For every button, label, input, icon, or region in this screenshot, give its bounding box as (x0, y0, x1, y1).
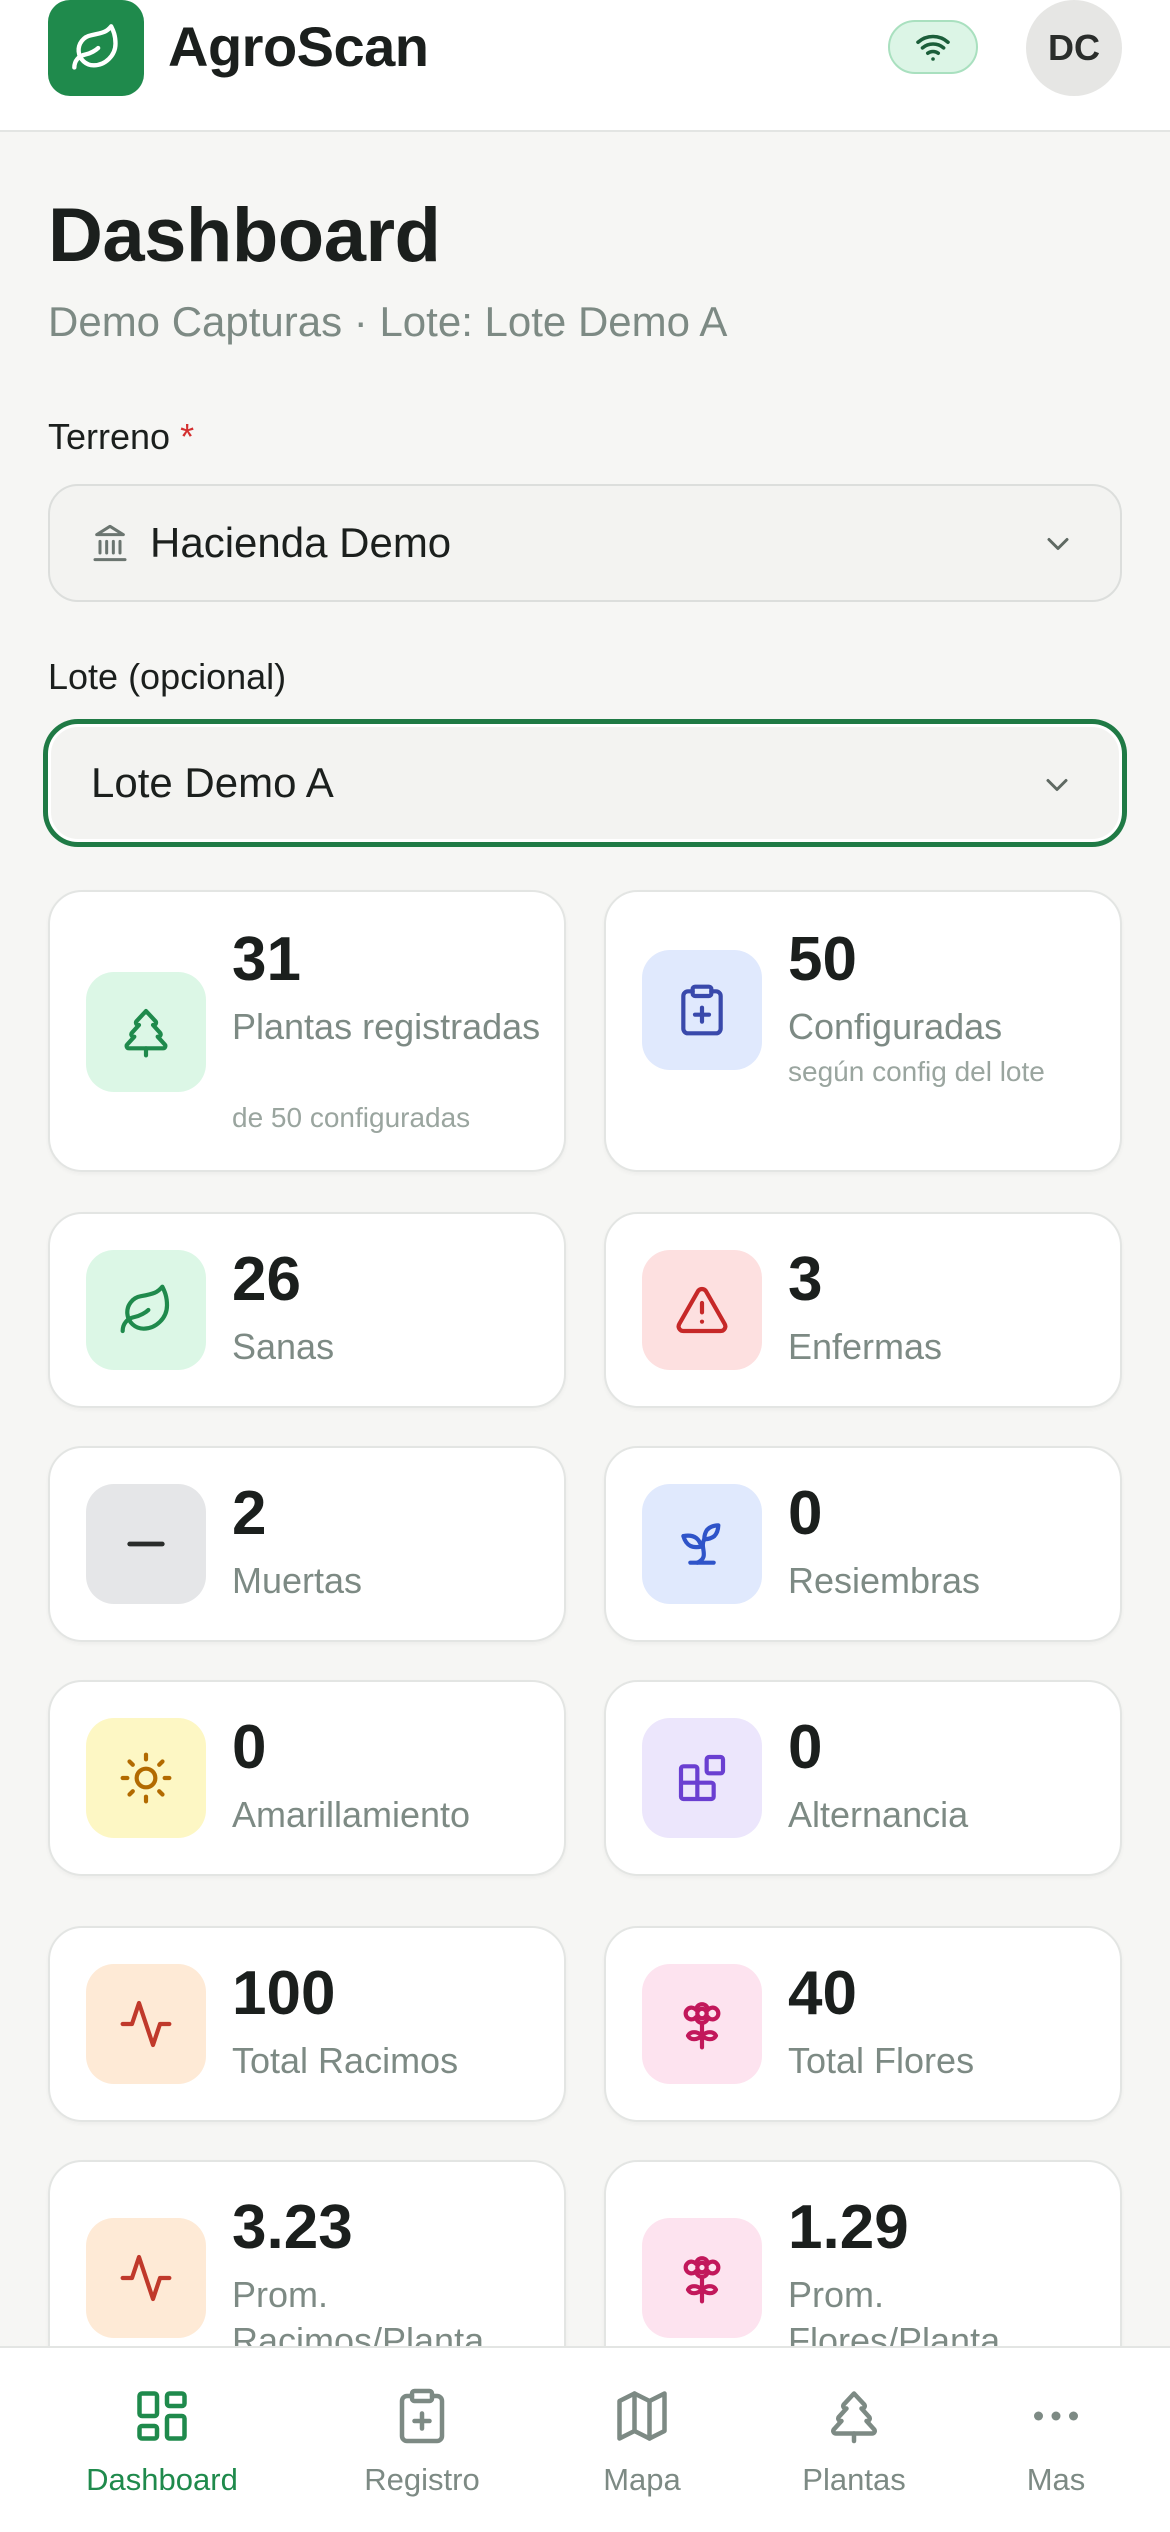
blocks-icon (642, 1718, 762, 1838)
app-logo[interactable] (48, 0, 144, 96)
stat-value: 50 (788, 925, 857, 994)
nav-item-plantas[interactable]: Plantas (764, 2384, 944, 2498)
stat-value: 0 (232, 1713, 267, 1782)
map-icon (617, 2391, 667, 2441)
minus-icon (86, 1484, 206, 1604)
sprout-icon (642, 1484, 762, 1604)
flower-icon (642, 2218, 762, 2338)
stat-label: Amarillamiento (232, 1794, 471, 1835)
leaf-icon (86, 1250, 206, 1370)
stat-label: Enfermas (788, 1326, 943, 1367)
terreno-select[interactable]: Hacienda Demo (48, 484, 1122, 602)
page-subtitle: Demo Capturas · Lote: Lote Demo A (48, 298, 728, 345)
lote-value: Lote Demo A (91, 759, 334, 806)
stat-value: 0 (788, 1713, 823, 1782)
stat-label: Muertas (232, 1560, 363, 1601)
stat-label: Plantas registradas (232, 1006, 541, 1047)
chevron-down-icon (1047, 538, 1069, 550)
activity-icon (86, 1964, 206, 2084)
stat-card-alternancia[interactable]: 0 Alternancia (604, 1680, 1122, 1876)
flower-icon (642, 1964, 762, 2084)
stat-card-total-flores[interactable]: 40 Total Flores (604, 1926, 1122, 2122)
nav-label: Registro (364, 2462, 480, 2497)
nav-label: Plantas (802, 2462, 906, 2497)
stat-sublabel: según config del lote (788, 1056, 1045, 1087)
nav-label: Mas (1026, 2462, 1086, 2497)
tree-icon (831, 2391, 877, 2444)
lote-label: Lote (opcional) (48, 656, 287, 697)
stat-value: 40 (788, 1959, 857, 2028)
lote-select[interactable]: Lote Demo A (48, 724, 1122, 842)
bottom-navigation: Dashboard Registro Mapa Plantas Mas (0, 2346, 1170, 2532)
stat-card-amarillamiento[interactable]: 0 Amarillamiento (48, 1680, 566, 1876)
leaf-icon (72, 24, 118, 70)
stat-card-total-racimos[interactable]: 100 Total Racimos (48, 1926, 566, 2122)
stat-card-resiembras[interactable]: 0 Resiembras (604, 1446, 1122, 1642)
app-title: AgroScan (168, 15, 429, 78)
terreno-label: Terreno * (48, 416, 194, 458)
clipboard-plus-icon (399, 2388, 445, 2444)
terreno-value: Hacienda Demo (150, 519, 452, 566)
stat-label: Configuradas (788, 1006, 1003, 1047)
stat-value: 2 (232, 1479, 267, 1548)
stat-card-plantas-registradas[interactable]: 31 Plantas registradas de 50 configurada… (48, 890, 566, 1172)
tree-icon (86, 972, 206, 1092)
stat-value: 26 (232, 1245, 301, 1314)
page-title: Dashboard (48, 193, 441, 278)
chevron-down-icon (1046, 779, 1068, 791)
user-avatar[interactable]: DC (1026, 0, 1122, 96)
stat-value: 31 (232, 925, 301, 994)
stat-value: 1.29 (788, 2193, 909, 2262)
top-bar: AgroScan DC (0, 0, 1170, 132)
nav-label: Mapa (603, 2462, 681, 2497)
stat-value: 0 (788, 1479, 823, 1548)
nav-item-mas[interactable]: Mas (966, 2384, 1146, 2498)
connection-status-badge[interactable] (888, 20, 978, 74)
more-icon (1034, 2411, 1078, 2421)
warning-icon (642, 1250, 762, 1370)
sun-icon (86, 1718, 206, 1838)
stat-value: 100 (232, 1959, 336, 2028)
stat-label: Total Flores (788, 2040, 975, 2081)
stat-label: Alternancia (788, 1794, 969, 1835)
nav-item-mapa[interactable]: Mapa (552, 2384, 732, 2498)
clipboard-plus-icon (642, 950, 762, 1070)
bank-icon (90, 523, 130, 563)
stat-card-sanas[interactable]: 26 Sanas (48, 1212, 566, 1408)
stat-sublabel: de 50 configuradas (232, 1102, 471, 1133)
stat-card-enfermas[interactable]: 3 Enfermas (604, 1212, 1122, 1408)
stat-value: 3.23 (232, 2193, 353, 2262)
grid-icon (137, 2391, 187, 2441)
stat-label: Total Racimos (232, 2040, 459, 2081)
stat-label: Sanas (232, 1326, 335, 1367)
stat-card-muertas[interactable]: 2 Muertas (48, 1446, 566, 1642)
required-mark: * (180, 416, 195, 457)
nav-item-dashboard[interactable]: Dashboard (72, 2384, 252, 2498)
terreno-label-text: Terreno (48, 416, 171, 457)
stat-label: Resiembras (788, 1560, 981, 1601)
stat-value: 3 (788, 1245, 823, 1314)
stat-card-configuradas[interactable]: 50 Configuradas según config del lote (604, 890, 1122, 1172)
wifi-icon (916, 34, 950, 61)
activity-icon (86, 2218, 206, 2338)
nav-label: Dashboard (86, 2462, 238, 2497)
nav-item-registro[interactable]: Registro (332, 2384, 512, 2498)
